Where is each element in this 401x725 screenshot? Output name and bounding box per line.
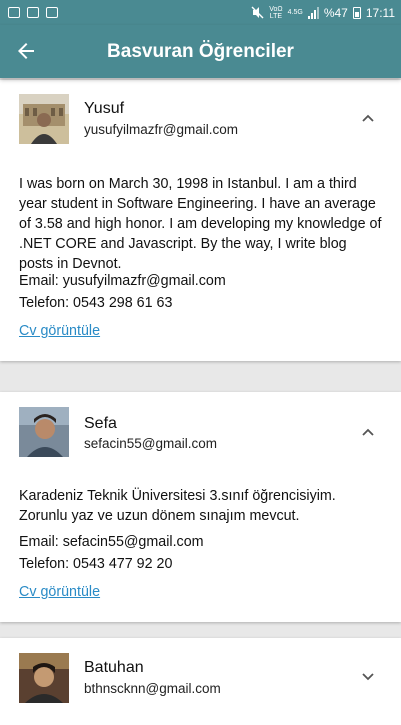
student-name: Yusuf — [84, 100, 125, 117]
page-title: Basvuran Öğrenciler — [107, 40, 294, 62]
app-bar: Basvuran Öğrenciler — [0, 25, 401, 78]
chevron-up-icon[interactable] — [361, 111, 375, 125]
status-bar: VoΩ LTE 4.5G %47 17:11 — [0, 0, 401, 25]
mute-icon — [251, 6, 264, 19]
gallery-notification-icon — [27, 7, 39, 18]
chevron-down-icon[interactable] — [361, 670, 375, 684]
student-bio: Karadeniz Teknik Üniversitesi 3.sınıf öğ… — [19, 488, 336, 524]
avatar — [19, 94, 69, 144]
network-generation: 4.5G — [287, 9, 303, 16]
file-notification-icon — [46, 7, 58, 18]
cv-link[interactable]: Cv görüntüle — [19, 584, 100, 600]
battery-icon — [352, 6, 361, 19]
notification-icons — [8, 7, 58, 18]
phone-line: Telefon: 0543 298 61 63 — [19, 295, 173, 311]
student-name: Batuhan — [84, 659, 144, 676]
student-email: bthnscknn@gmail.com — [84, 681, 221, 696]
avatar — [19, 407, 69, 457]
avatar — [19, 653, 69, 703]
chevron-up-icon[interactable] — [361, 425, 375, 439]
network-type: VoΩ LTE — [269, 5, 283, 20]
student-bio: I was born on March 30, 1998 in Istanbul… — [19, 176, 382, 272]
cv-link[interactable]: Cv görüntüle — [19, 323, 100, 339]
image-notification-icon — [8, 7, 20, 18]
signal-icon — [307, 6, 319, 19]
clock: 17:11 — [365, 5, 395, 20]
student-email: yusufyilmazfr@gmail.com — [84, 122, 238, 137]
student-card: Yusuf yusufyilmazfr@gmail.com I was born… — [0, 80, 401, 361]
student-card: Batuhan bthnscknn@gmail.com — [0, 638, 401, 725]
battery-percent: %47 — [323, 5, 348, 20]
student-name: Sefa — [84, 415, 117, 432]
email-line: Email: sefacin55@gmail.com — [19, 534, 204, 550]
phone-line: Telefon: 0543 477 92 20 — [19, 556, 173, 572]
student-card: Sefa sefacin55@gmail.com Karadeniz Tekni… — [0, 392, 401, 622]
email-line: Email: yusufyilmazfr@gmail.com — [19, 273, 226, 289]
student-email: sefacin55@gmail.com — [84, 436, 218, 451]
